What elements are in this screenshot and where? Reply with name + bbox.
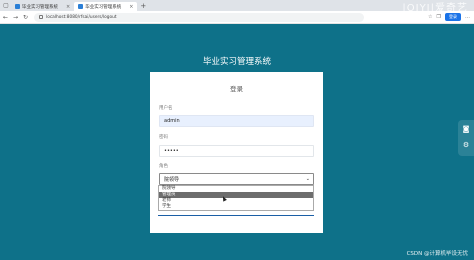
close-tab-icon[interactable]: × [129, 4, 133, 10]
username-input[interactable]: admin [159, 115, 314, 127]
role-select[interactable]: 院领导 ⌄ [159, 173, 314, 185]
browser-tab-2[interactable]: 毕业实习管理系统 × [74, 2, 138, 11]
window-menu-icon[interactable]: ▢ [1, 1, 11, 10]
close-tab-icon[interactable]: × [66, 4, 70, 10]
chevron-down-icon: ⌄ [305, 176, 310, 182]
role-selected-value: 院领导 [164, 176, 180, 183]
login-title: 登录 [230, 85, 243, 93]
page-title: 毕业实习管理系统 [202, 57, 271, 67]
tab-favicon-icon [15, 4, 20, 9]
password-label: 密码 [159, 135, 168, 140]
password-input[interactable]: ••••• [159, 145, 314, 157]
back-icon[interactable]: ← [1, 14, 10, 21]
username-value: admin [164, 118, 180, 124]
role-dropdown: 院领导 管理员 老师 学生 [158, 185, 314, 211]
signin-button[interactable]: 登录 [445, 13, 461, 21]
reload-icon[interactable]: ↻ [21, 14, 30, 21]
tab-label: 毕业实习管理系统 [22, 4, 58, 10]
screenshot-icon[interactable]: ◙ [462, 125, 470, 133]
footer-watermark: CSDN @计算机毕设无忧 [406, 251, 468, 257]
site-info-icon[interactable] [39, 15, 43, 19]
role-label: 角色 [159, 164, 168, 169]
address-bar: ← → ↻ localhost:8080/rfsai/users/logout … [0, 11, 474, 24]
password-value: ••••• [164, 148, 179, 154]
forward-icon[interactable]: → [11, 14, 20, 21]
url-input[interactable]: localhost:8080/rfsai/users/logout [34, 12, 364, 22]
new-tab-icon[interactable]: + [140, 2, 146, 10]
collections-icon[interactable]: ❒ [437, 14, 441, 20]
tab-favicon-icon [78, 4, 84, 9]
side-toolbar: ◙ ⚙ [458, 120, 474, 156]
more-menu-icon[interactable]: … [465, 14, 470, 20]
settings-gear-icon[interactable]: ⚙ [462, 141, 470, 149]
tab-label: 毕业实习管理系统 [85, 4, 122, 10]
toolbar-right: ☆ ❒ 登录 … [428, 13, 474, 21]
role-option[interactable]: 学生 [159, 204, 313, 210]
favorites-icon[interactable]: ☆ [428, 14, 432, 20]
form-divider [158, 215, 314, 216]
url-text: localhost:8080/rfsai/users/logout [46, 14, 117, 20]
username-label: 用户名 [159, 106, 173, 111]
browser-tab-1[interactable]: 毕业实习管理系统 × [11, 2, 74, 11]
